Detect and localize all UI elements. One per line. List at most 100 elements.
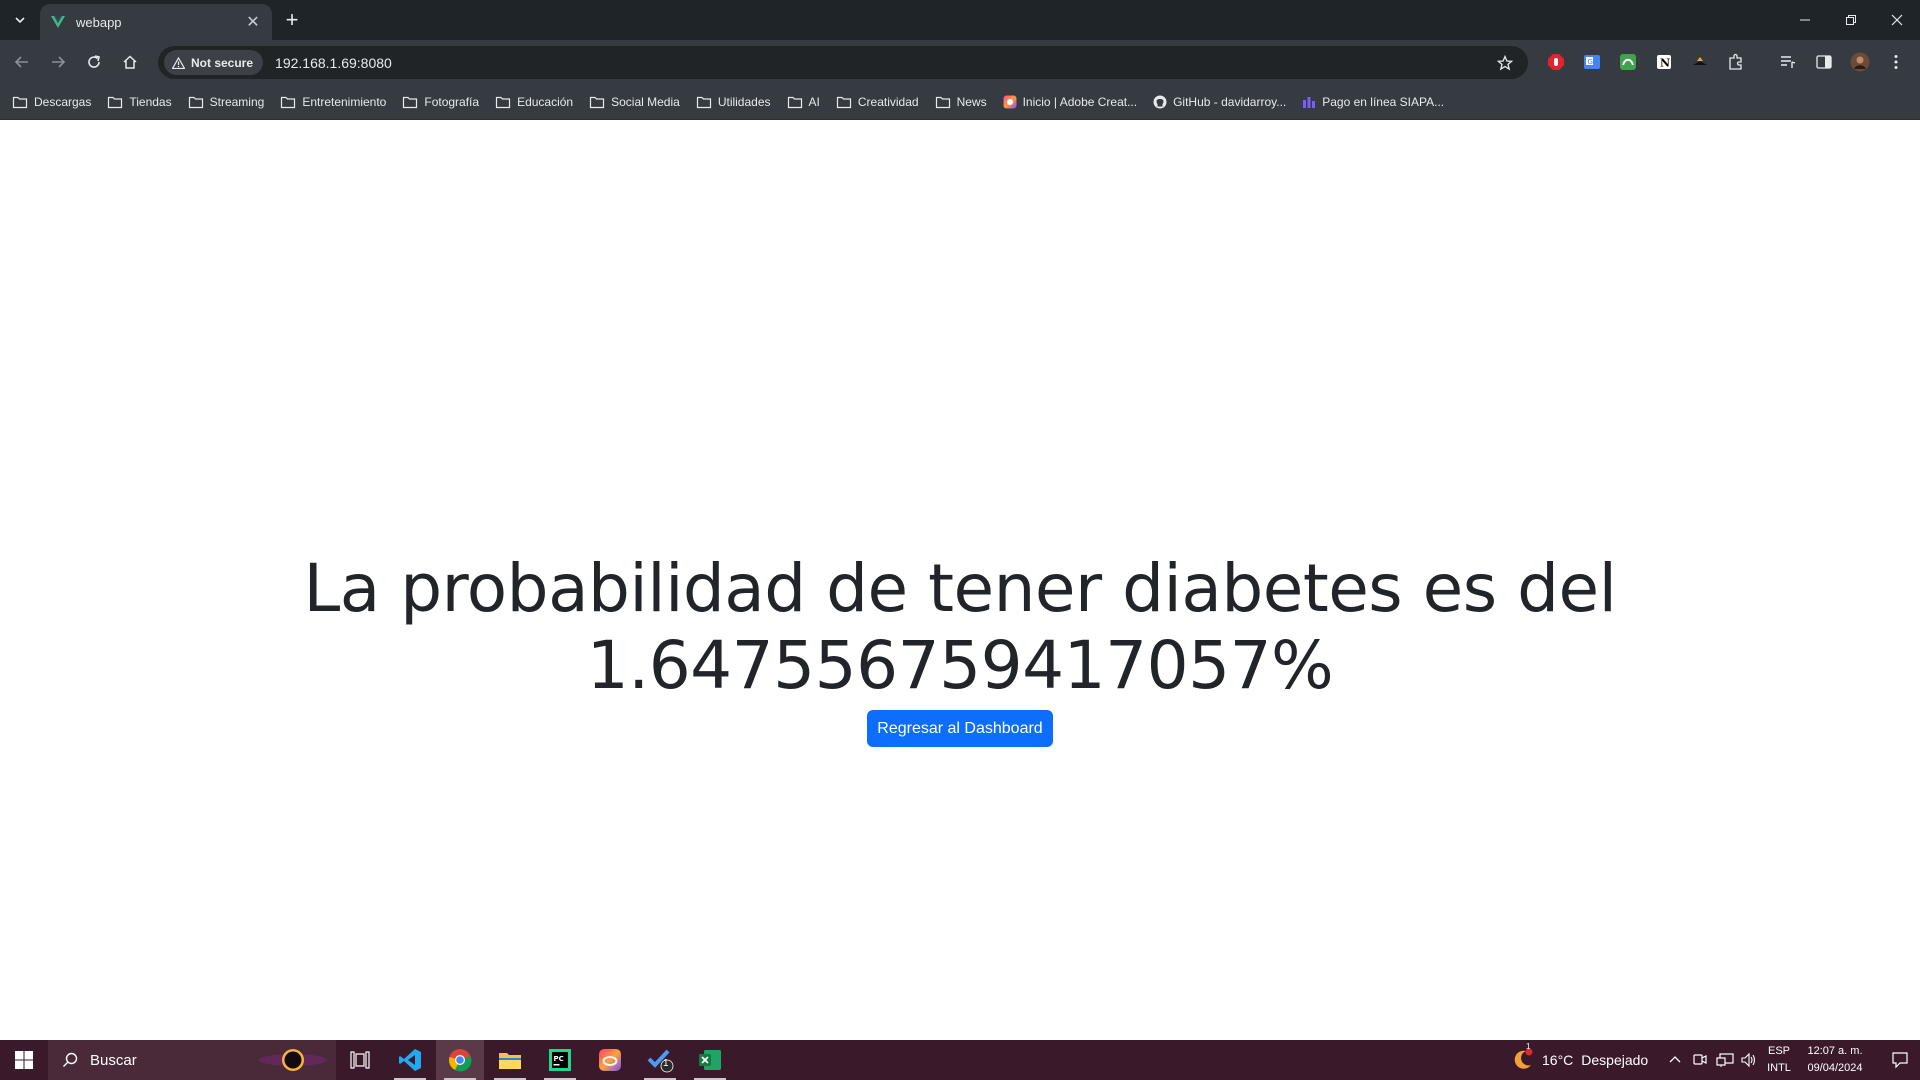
bookmark-label: Fotografía: [424, 95, 480, 109]
extensions-button[interactable]: [1726, 52, 1746, 72]
close-icon: [1891, 14, 1903, 26]
search-icon: [63, 1052, 78, 1067]
avatar-icon: [1850, 52, 1870, 72]
extension-translate[interactable]: G: [1582, 52, 1602, 72]
bookmark-label: Inicio | Adobe Creat...: [1022, 95, 1138, 109]
todo-badge: 1: [663, 1058, 669, 1069]
forward-button[interactable]: [44, 48, 72, 76]
clock-date: 09/04/2024: [1807, 1062, 1863, 1074]
notion-icon: N: [1657, 55, 1671, 70]
bookmark-folder-fotografia[interactable]: Fotografía: [402, 95, 479, 109]
restore-icon: [1846, 15, 1856, 25]
taskbar-excel[interactable]: [686, 1040, 734, 1080]
new-tab-button[interactable]: +: [280, 7, 304, 32]
bookmark-label: Entretenimiento: [302, 95, 387, 109]
adblock-icon: [1548, 54, 1564, 70]
close-window-button[interactable]: [1874, 0, 1920, 40]
media-control-button[interactable]: [1778, 52, 1798, 72]
tray-volume-icon[interactable]: [1740, 1040, 1758, 1080]
address-bar[interactable]: Not secure 192.168.1.69:8080: [158, 46, 1528, 79]
bookmark-star-button[interactable]: [1490, 54, 1520, 71]
security-label: Not secure: [191, 55, 254, 70]
browser-tab-webapp[interactable]: webapp ✕: [40, 4, 272, 40]
restore-button[interactable]: [1828, 0, 1874, 40]
clock-time: 12:07 a. m.: [1807, 1045, 1863, 1057]
weather-temp: 16°C: [1542, 1052, 1574, 1068]
folder-icon: [590, 96, 605, 109]
arrow-left-icon: [14, 56, 28, 68]
translate-icon: G: [1584, 55, 1600, 69]
reload-button[interactable]: [80, 48, 108, 76]
start-button[interactable]: [0, 1040, 48, 1080]
tray-network-icon[interactable]: [1716, 1040, 1734, 1080]
bookmark-label: Social Media: [611, 95, 680, 109]
bookmark-folder-educacion[interactable]: Educación: [495, 95, 573, 109]
weather-badge: 1: [1526, 1042, 1531, 1051]
minimize-icon: [1800, 19, 1810, 21]
tab-title: webapp: [76, 14, 122, 30]
folder-icon: [787, 96, 802, 109]
bookmark-folder-descargas[interactable]: Descargas: [12, 95, 91, 109]
bookmark-siapa[interactable]: Pago en línea SIAPA...: [1302, 95, 1444, 109]
taskbar-todo[interactable]: 1: [636, 1040, 684, 1080]
extension-green[interactable]: [1618, 52, 1638, 72]
extension-dark[interactable]: [1690, 52, 1710, 72]
notification-center-button[interactable]: [1880, 1040, 1920, 1080]
keyboard-layout: INTL: [1767, 1062, 1791, 1074]
profile-avatar[interactable]: [1850, 52, 1870, 72]
back-button[interactable]: [8, 48, 36, 76]
dark-mode-icon: [1693, 57, 1707, 65]
bookmark-folder-utilidades[interactable]: Utilidades: [696, 95, 771, 109]
input-language-indicator[interactable]: ESP INTL: [1764, 1043, 1794, 1077]
weather-widget[interactable]: 1 16°C Despejado: [1510, 1040, 1648, 1080]
bookmark-folder-ai[interactable]: AI: [787, 95, 820, 109]
taskbar-file-explorer[interactable]: [486, 1040, 534, 1080]
taskbar-vscode[interactable]: [386, 1040, 434, 1080]
bookmark-folder-news[interactable]: News: [935, 95, 987, 109]
browser-toolbar: Not secure 192.168.1.69:8080 G N: [0, 40, 1920, 85]
taskbar-search-box[interactable]: Buscar: [48, 1040, 336, 1080]
tray-meet-icon[interactable]: [1692, 1040, 1708, 1080]
vue-favicon-icon: [51, 16, 65, 28]
puzzle-icon: [1729, 53, 1742, 70]
taskbar-creative-cloud[interactable]: [586, 1040, 634, 1080]
bookmark-folder-social-media[interactable]: Social Media: [589, 95, 680, 109]
taskbar-clock[interactable]: 12:07 a. m. 09/04/2024: [1800, 1043, 1870, 1077]
home-button[interactable]: [116, 48, 144, 76]
security-chip[interactable]: Not secure: [164, 50, 264, 75]
webcam-icon: [1693, 1054, 1707, 1065]
bookmark-label: Descargas: [34, 95, 92, 109]
svg-text:G: G: [1588, 58, 1593, 66]
tab-close-icon[interactable]: ✕: [244, 12, 262, 32]
language-code: ESP: [1767, 1045, 1790, 1057]
minimize-button[interactable]: [1782, 0, 1828, 40]
taskbar-chrome[interactable]: [436, 1040, 484, 1080]
folder-icon: [12, 96, 28, 109]
task-view-button[interactable]: [336, 1040, 384, 1080]
side-panel-button[interactable]: [1814, 52, 1834, 72]
extension-notion[interactable]: N: [1654, 52, 1674, 72]
back-to-dashboard-button[interactable]: Regresar al Dashboard: [867, 710, 1053, 747]
folder-icon: [495, 96, 511, 109]
star-icon: [1497, 54, 1513, 71]
todo-checkmark-icon: [647, 1049, 674, 1073]
bookmark-folder-tiendas[interactable]: Tiendas: [107, 95, 172, 109]
taskbar-pycharm[interactable]: PC: [536, 1040, 584, 1080]
browser-menu-button[interactable]: [1886, 52, 1906, 72]
bookmark-label: Creatividad: [857, 95, 919, 109]
bookmark-label: GitHub - davidarroy...: [1173, 95, 1287, 109]
bookmark-github[interactable]: GitHub - davidarroy...: [1153, 95, 1286, 109]
folder-icon: [696, 96, 711, 109]
url-text[interactable]: 192.168.1.69:8080: [275, 55, 1490, 71]
svg-text:N: N: [1660, 57, 1670, 70]
creative-cloud-icon: [599, 1049, 621, 1071]
bookmark-adobe[interactable]: Inicio | Adobe Creat...: [1003, 95, 1138, 109]
extension-adblock[interactable]: [1546, 52, 1566, 72]
bookmark-folder-entretenimiento[interactable]: Entretenimiento: [280, 95, 386, 109]
bookmark-folder-streaming[interactable]: Streaming: [188, 95, 264, 109]
volume-icon: [1741, 1052, 1756, 1068]
tab-search-button[interactable]: [8, 8, 32, 32]
bookmark-folder-creatividad[interactable]: Creatividad: [836, 95, 919, 109]
show-hidden-icons-button[interactable]: [1668, 1040, 1682, 1080]
result-headline: La probabilidad de tener diabetes es del…: [303, 550, 1617, 704]
